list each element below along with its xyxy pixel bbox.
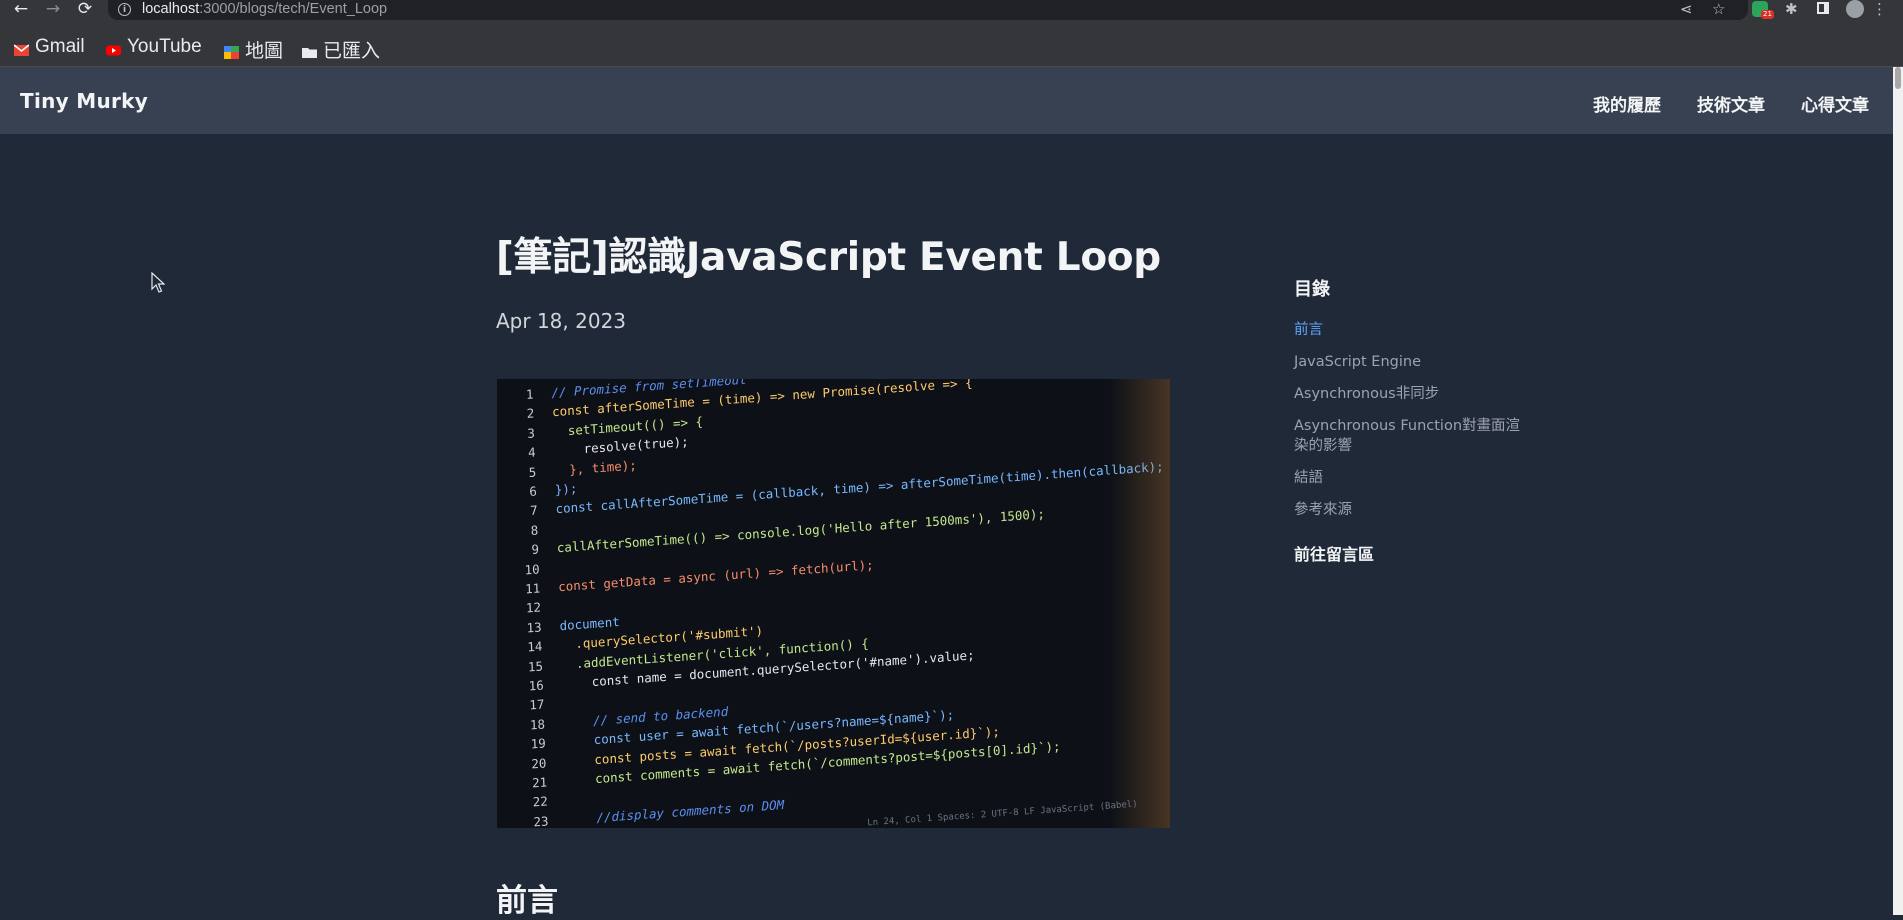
line-number: 2 bbox=[526, 405, 535, 422]
line-number: 14 bbox=[527, 638, 543, 655]
code-line: 11 const getData = async (url) => fetch(u… bbox=[504, 557, 874, 602]
line-number: 8 bbox=[530, 522, 539, 538]
line-number: 18 bbox=[529, 716, 546, 733]
line-number: 6 bbox=[529, 483, 538, 500]
url-text[interactable]: localhost:3000/blogs/tech/Event_Loop bbox=[142, 1, 387, 17]
line-number: 13 bbox=[526, 619, 542, 636]
site-header: Tiny Murky 我的履歷 技術文章 心得文章 bbox=[0, 67, 1893, 134]
toc-item[interactable]: 參考來源 bbox=[1294, 500, 1534, 520]
site-info-icon[interactable]: i bbox=[118, 3, 131, 16]
article-title: [筆記]認識JavaScript Event Loop bbox=[496, 235, 1161, 280]
section-heading: 前言 bbox=[496, 883, 558, 919]
nav-tech-articles[interactable]: 技術文章 bbox=[1697, 91, 1765, 116]
menu-dots-icon[interactable]: ⋮ bbox=[1872, 0, 1887, 18]
line-number: 20 bbox=[531, 755, 547, 772]
line-number: 21 bbox=[531, 774, 548, 791]
nav-reflection-articles[interactable]: 心得文章 bbox=[1801, 91, 1869, 116]
gmail-icon bbox=[13, 41, 30, 56]
bookmark-youtube[interactable]: YouTube bbox=[106, 36, 202, 58]
glare bbox=[1110, 379, 1170, 828]
line-number: 19 bbox=[530, 735, 546, 752]
toc-item[interactable]: 結語 bbox=[1294, 468, 1534, 488]
toc-item[interactable]: 前言 bbox=[1294, 320, 1534, 340]
code-text: //display comments on DOM bbox=[566, 796, 785, 828]
scrollbar-thumb[interactable] bbox=[1895, 67, 1901, 89]
folder-icon bbox=[302, 43, 317, 58]
line-number: 15 bbox=[527, 658, 544, 675]
extension-badge: 21 bbox=[1761, 10, 1774, 19]
line-number: 17 bbox=[529, 696, 545, 713]
line-number: 9 bbox=[531, 541, 540, 558]
code-text: const callAfterSomeTime = (callback, tim… bbox=[555, 459, 1164, 517]
share-icon[interactable]: ⋖ bbox=[1680, 0, 1693, 18]
browser-toolbar: ← → ⟳ i localhost:3000/blogs/tech/Event_… bbox=[0, 0, 1903, 27]
nav-resume[interactable]: 我的履歷 bbox=[1593, 91, 1661, 116]
hero-image: 1// Promise from setTimeout 2 const afterS… bbox=[497, 379, 1170, 828]
line-number: 16 bbox=[528, 677, 544, 694]
bookmark-maps[interactable]: 地圖 bbox=[224, 36, 283, 63]
youtube-icon bbox=[106, 41, 121, 55]
toc-item[interactable]: JavaScript Engine bbox=[1294, 352, 1534, 372]
toc-heading: 目錄 bbox=[1294, 279, 1330, 300]
editor-status-bar: Ln 24, Col 1 Spaces: 2 UTF-8 LF JavaScri… bbox=[866, 799, 1138, 828]
avatar[interactable] bbox=[1846, 0, 1864, 18]
extension-icon[interactable]: 21 bbox=[1752, 1, 1774, 19]
side-panel-icon[interactable] bbox=[1817, 2, 1829, 14]
maps-icon bbox=[224, 43, 239, 59]
puzzle-icon[interactable]: ✱ bbox=[1785, 0, 1798, 18]
forward-arrow-icon[interactable]: → bbox=[42, 0, 64, 20]
bookmarks-bar: Gmail YouTube 地圖 已匯入 bbox=[0, 27, 1903, 67]
go-to-comments-link[interactable]: 前往留言區 bbox=[1294, 541, 1374, 565]
code-text: }); bbox=[554, 480, 578, 498]
bookmark-star-icon[interactable]: ☆ bbox=[1712, 0, 1725, 18]
line-number: 7 bbox=[529, 502, 538, 519]
line-number: 1 bbox=[525, 386, 534, 403]
reload-icon[interactable]: ⟳ bbox=[74, 0, 96, 20]
site-logo[interactable]: Tiny Murky bbox=[20, 89, 148, 113]
back-arrow-icon[interactable]: ← bbox=[10, 0, 32, 20]
scrollbar[interactable] bbox=[1893, 67, 1903, 915]
line-number: 11 bbox=[525, 580, 541, 597]
line-number: 10 bbox=[524, 561, 540, 578]
bookmark-gmail[interactable]: Gmail bbox=[13, 36, 85, 58]
bookmark-folder-imported[interactable]: 已匯入 bbox=[302, 36, 380, 63]
line-number: 22 bbox=[532, 793, 549, 810]
mouse-cursor-icon bbox=[151, 272, 165, 293]
article-date: Apr 18, 2023 bbox=[496, 309, 627, 333]
line-number: 23 bbox=[533, 813, 549, 828]
line-number: 5 bbox=[528, 464, 537, 480]
code-text: const getData = async (url) => fetch(url… bbox=[557, 557, 874, 595]
toc-item[interactable]: Asynchronous非同步 bbox=[1294, 384, 1534, 404]
line-number: 4 bbox=[527, 444, 536, 461]
toc-item[interactable]: Asynchronous Function對畫面渲染的影響 bbox=[1294, 416, 1534, 456]
line-number: 12 bbox=[525, 599, 542, 616]
line-number: 3 bbox=[527, 425, 536, 441]
code-text: document bbox=[559, 613, 620, 634]
